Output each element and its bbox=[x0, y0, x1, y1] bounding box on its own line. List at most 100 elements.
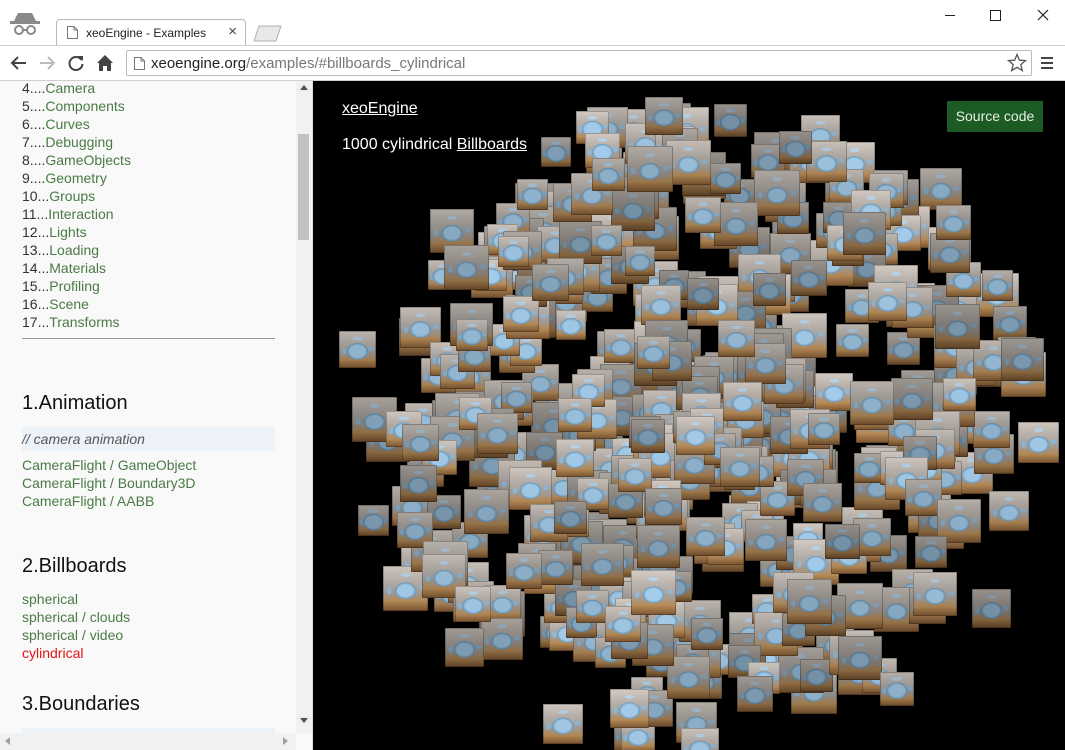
sidebar-horizontal-scrollbar[interactable] bbox=[0, 733, 296, 750]
toc-item[interactable]: 13...Loading bbox=[22, 241, 275, 259]
example-section: 2.Billboards spherical spherical / clouds s… bbox=[22, 554, 275, 662]
teapot-billboard bbox=[581, 543, 624, 586]
teapot-billboard bbox=[714, 104, 747, 137]
teapot-billboard bbox=[803, 483, 842, 522]
toc-item-label: Lights bbox=[49, 224, 87, 240]
browser-tab-active[interactable]: xeoEngine - Examples × bbox=[56, 19, 246, 45]
teapot-billboard bbox=[464, 489, 509, 534]
toc-item[interactable]: 14...Materials bbox=[22, 259, 275, 277]
example-link[interactable]: spherical / clouds bbox=[22, 608, 275, 626]
teapot-billboard bbox=[993, 306, 1027, 340]
teapot-billboard bbox=[517, 179, 548, 210]
url-text[interactable]: xeoengine.org/examples/#billboards_cylin… bbox=[151, 55, 465, 72]
sidebar-vertical-scrollbar[interactable] bbox=[296, 81, 312, 733]
example-link[interactable]: CameraFlight / Boundary3D bbox=[22, 474, 275, 492]
toc-item-number: 10... bbox=[22, 188, 50, 204]
teapot-billboard bbox=[538, 550, 573, 585]
teapot-billboard bbox=[618, 458, 652, 492]
toc-item[interactable]: 11...Interaction bbox=[22, 205, 275, 223]
tab-close-icon[interactable]: × bbox=[228, 24, 237, 40]
teapot-billboard bbox=[637, 336, 670, 369]
toc-item[interactable]: 15...Profiling bbox=[22, 277, 275, 295]
teapot-billboard bbox=[710, 163, 741, 194]
teapot-billboard bbox=[637, 525, 680, 568]
teapot-billboard bbox=[631, 419, 665, 453]
close-window-button[interactable] bbox=[1028, 5, 1058, 25]
teapot-billboard bbox=[718, 320, 755, 357]
teapot-billboard bbox=[445, 628, 484, 667]
address-bar[interactable]: xeoengine.org/examples/#billboards_cylin… bbox=[126, 50, 1032, 76]
toc-item[interactable]: 12...Lights bbox=[22, 223, 275, 241]
scrollbar-thumb[interactable] bbox=[298, 134, 309, 240]
forward-button[interactable] bbox=[36, 52, 58, 74]
maximize-button[interactable] bbox=[980, 5, 1010, 25]
example-section: 1.Animation // camera animation CameraFlig… bbox=[22, 391, 275, 510]
teapot-billboard bbox=[972, 589, 1011, 628]
toc-item[interactable]: 10...Groups bbox=[22, 187, 275, 205]
teapot-billboard bbox=[936, 205, 971, 240]
billboards-link[interactable]: Billboards bbox=[457, 136, 527, 153]
teapot-billboard bbox=[935, 304, 980, 349]
teapot-billboard bbox=[604, 329, 638, 363]
teapot-billboard bbox=[808, 413, 840, 445]
toc-item-label: Scene bbox=[49, 296, 89, 312]
toc-item-number: 5.... bbox=[22, 98, 46, 114]
teapot-billboard bbox=[455, 586, 491, 622]
toc-item[interactable]: 5....Components bbox=[22, 97, 275, 115]
teapot-billboard bbox=[339, 331, 376, 368]
teapot-billboard bbox=[645, 488, 682, 525]
new-tab-button[interactable] bbox=[250, 25, 282, 42]
teapot-billboard bbox=[915, 536, 947, 568]
toc-item-label: Debugging bbox=[45, 134, 114, 150]
toc-item[interactable]: 4....Camera bbox=[22, 81, 275, 97]
teapot-billboard bbox=[891, 378, 933, 420]
example-title: 1000 cylindrical Billboards bbox=[342, 136, 527, 153]
toc-item[interactable]: 7....Debugging bbox=[22, 133, 275, 151]
toc-item-label: Curves bbox=[45, 116, 90, 132]
example-link[interactable]: CameraFlight / GameObject bbox=[22, 456, 275, 474]
webgl-canvas[interactable]: xeoEngine 1000 cylindrical Billboards So… bbox=[313, 81, 1065, 750]
example-link[interactable]: spherical bbox=[22, 590, 275, 608]
scroll-up-arrow-icon[interactable] bbox=[300, 85, 308, 90]
browser-menu-icon[interactable] bbox=[1040, 55, 1054, 71]
toc-item[interactable]: 9....Geometry bbox=[22, 169, 275, 187]
teapot-billboard bbox=[691, 618, 723, 650]
example-link[interactable]: CameraFlight / AABB bbox=[22, 492, 275, 510]
bookmark-star-icon[interactable] bbox=[1007, 53, 1027, 73]
teapot-billboard bbox=[477, 413, 518, 454]
source-code-button[interactable]: Source code bbox=[947, 101, 1043, 132]
toc-item-number: 8.... bbox=[22, 152, 46, 168]
scroll-right-arrow-icon[interactable] bbox=[283, 737, 288, 745]
teapot-billboard bbox=[625, 246, 655, 276]
teapot-billboard bbox=[358, 505, 389, 536]
back-button[interactable] bbox=[8, 52, 30, 74]
teapot-billboard bbox=[627, 146, 673, 192]
toc-item[interactable]: 17...Transforms bbox=[22, 313, 275, 331]
teapot-billboard bbox=[685, 197, 721, 233]
toc-item[interactable]: 8....GameObjects bbox=[22, 151, 275, 169]
toc-item-number: 12... bbox=[22, 224, 50, 240]
minimize-button[interactable] bbox=[935, 5, 965, 25]
example-link[interactable]: spherical / video bbox=[22, 626, 275, 644]
section-title: 1.Animation bbox=[22, 392, 128, 414]
toc-item-number: 9.... bbox=[22, 170, 46, 186]
reload-button[interactable] bbox=[65, 52, 87, 74]
toc-divider bbox=[22, 338, 275, 339]
scroll-down-arrow-icon[interactable] bbox=[300, 718, 308, 723]
toc-item-label: Camera bbox=[45, 81, 96, 96]
xeoengine-link[interactable]: xeoEngine bbox=[342, 100, 418, 118]
teapot-billboard bbox=[815, 373, 853, 411]
section-comment: // camera animation bbox=[22, 427, 275, 451]
scroll-left-arrow-icon[interactable] bbox=[5, 737, 10, 745]
toc-item-label: Loading bbox=[49, 242, 100, 258]
section-title: 3.Boundaries bbox=[22, 693, 140, 715]
teapot-billboard bbox=[720, 447, 760, 487]
browser-titlebar: xeoEngine - Examples × bbox=[0, 0, 1065, 46]
example-link[interactable]: cylindrical bbox=[22, 644, 275, 662]
toc-item[interactable]: 16...Scene bbox=[22, 295, 275, 313]
sidebar-content: 4....Camera 5....Components 6....Curves 7..… bbox=[22, 81, 275, 750]
teapot-billboard bbox=[554, 501, 587, 534]
back-arrow-icon bbox=[10, 56, 26, 70]
toc-item[interactable]: 6....Curves bbox=[22, 115, 275, 133]
home-button[interactable] bbox=[94, 52, 116, 74]
